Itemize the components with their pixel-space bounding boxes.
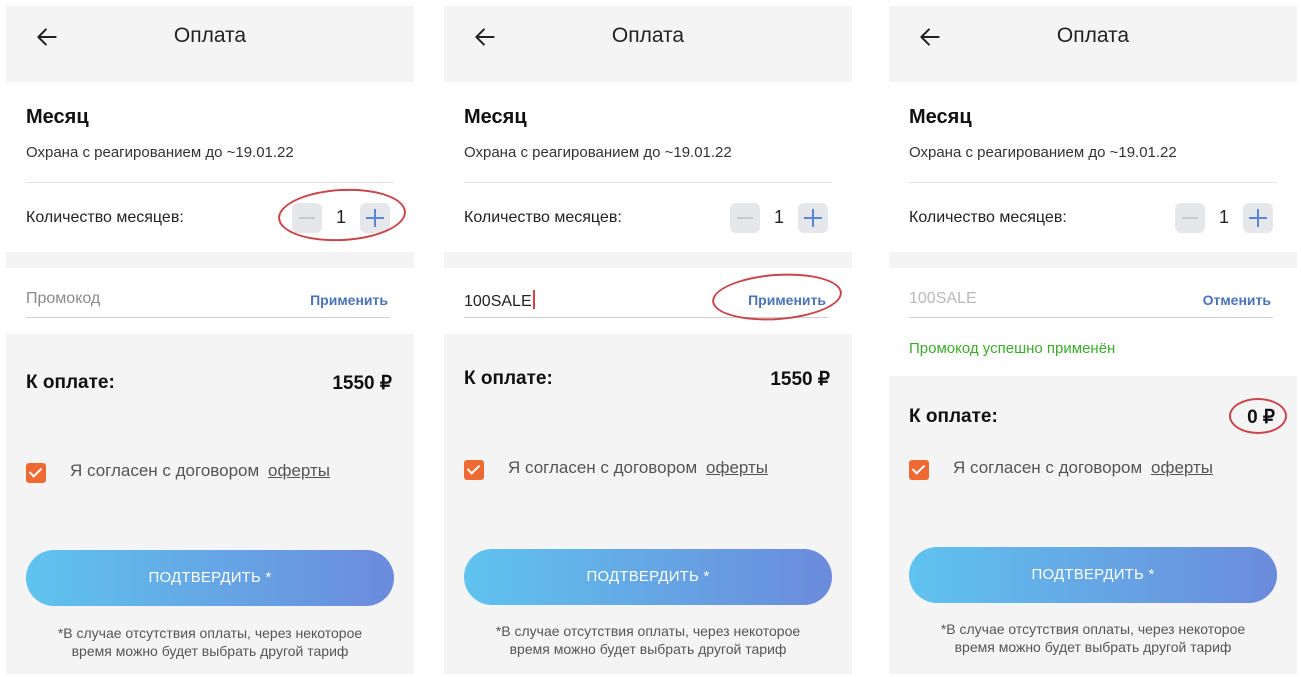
footnote-line: *В случае отсутствия оплаты, через некот…	[495, 623, 801, 639]
tariff-card: Месяц Охрана с реагированием до ~19.01.2…	[889, 82, 1297, 252]
plus-icon-vertical	[1257, 209, 1259, 227]
minus-icon	[299, 217, 315, 219]
decrement-button[interactable]	[1175, 203, 1205, 233]
plan-description: Охрана с реагированием до ~19.01.22	[26, 144, 294, 161]
quantity-stepper: 1	[1161, 196, 1285, 238]
promo-card: 100SALE Применить	[444, 268, 852, 334]
total-amount: 1550 ₽	[770, 369, 830, 390]
promo-code-value: 100SALE	[464, 290, 535, 311]
confirm-button[interactable]: ПОДТВЕРДИТЬ *	[909, 547, 1277, 603]
page-title: Оплата	[173, 24, 247, 47]
offer-link[interactable]: оферты	[1151, 458, 1213, 478]
footnote: *В случае отсутствия оплаты, через некот…	[16, 624, 404, 660]
page-title: Оплата	[611, 24, 685, 47]
confirm-button-label: ПОДТВЕРДИТЬ *	[586, 568, 710, 585]
cancel-promo-button[interactable]: Отменить	[1203, 292, 1271, 308]
footnote: *В случае отсутствия оплаты, через некот…	[899, 620, 1287, 656]
payment-screen-1: Оплата Месяц Охрана с реагированием до ~…	[6, 6, 414, 674]
footnote: *В случае отсутствия оплаты, через некот…	[454, 622, 842, 658]
agreement-text: Я согласен с договором	[508, 458, 698, 477]
promo-code-text: 100SALE	[464, 293, 532, 310]
app-bar: Оплата	[889, 6, 1297, 80]
promo-code-input[interactable]: Промокод Применить	[26, 286, 390, 318]
total-label: К оплате:	[909, 406, 998, 427]
decrement-button[interactable]	[292, 203, 322, 233]
footnote-line: *В случае отсутствия оплаты, через некот…	[940, 621, 1246, 637]
agreement-checkbox[interactable]	[464, 460, 484, 480]
total-label: К оплате:	[26, 372, 115, 393]
tariff-card: Месяц Охрана с реагированием до ~19.01.2…	[6, 82, 414, 252]
increment-button[interactable]	[798, 203, 828, 233]
app-bar: Оплата	[444, 6, 852, 80]
increment-button[interactable]	[1243, 203, 1273, 233]
agreement-checkbox[interactable]	[26, 463, 46, 483]
divider	[26, 182, 394, 183]
quantity-value: 1	[1218, 207, 1229, 227]
quantity-label: Количество месяцев:	[464, 209, 622, 226]
tariff-card: Месяц Охрана с реагированием до ~19.01.2…	[444, 82, 852, 252]
total-row: К оплате: 1550 ₽	[464, 368, 830, 398]
confirm-button-label: ПОДТВЕРДИТЬ *	[1031, 566, 1155, 583]
divider	[464, 182, 832, 183]
minus-icon	[1182, 217, 1198, 219]
app-bar: Оплата	[6, 6, 414, 80]
total-amount: 1550 ₽	[332, 373, 392, 394]
quantity-value: 1	[335, 207, 346, 227]
quantity-stepper: 1	[716, 196, 840, 238]
check-icon	[466, 461, 481, 475]
quantity-stepper: 1	[276, 185, 408, 245]
check-icon	[911, 461, 926, 475]
divider	[909, 182, 1277, 183]
plus-icon-vertical	[374, 209, 376, 227]
agreement-text: Я согласен с договором	[953, 458, 1143, 477]
total-row: К оплате: 0 ₽	[909, 398, 1287, 436]
promo-success-message: Промокод успешно применён	[909, 340, 1116, 357]
quantity-value: 1	[773, 207, 784, 227]
text-caret	[532, 290, 535, 309]
confirm-button[interactable]: ПОДТВЕРДИТЬ *	[464, 549, 832, 605]
quantity-label: Количество месяцев:	[26, 209, 184, 226]
plan-name: Месяц	[26, 106, 89, 128]
footnote-line: время можно будет выбрать другой тариф	[509, 641, 787, 657]
promo-card: Промокод Применить	[6, 268, 414, 334]
plus-icon-vertical	[812, 209, 814, 227]
promo-code-input: 100SALE Отменить	[909, 286, 1273, 318]
increment-button[interactable]	[360, 203, 390, 233]
footnote-line: время можно будет выбрать другой тариф	[954, 639, 1232, 655]
page-title: Оплата	[1056, 24, 1130, 47]
plan-description: Охрана с реагированием до ~19.01.22	[909, 144, 1177, 161]
promo-code-value: 100SALE	[909, 290, 977, 307]
plan-name: Месяц	[464, 106, 527, 128]
confirm-button-label: ПОДТВЕРДИТЬ *	[148, 569, 272, 586]
footnote-line: *В случае отсутствия оплаты, через некот…	[57, 625, 363, 641]
confirm-button[interactable]: ПОДТВЕРДИТЬ *	[26, 550, 394, 606]
plan-description: Охрана с реагированием до ~19.01.22	[464, 144, 732, 161]
minus-icon	[737, 217, 753, 219]
total-label: К оплате:	[464, 368, 553, 389]
check-icon	[28, 464, 43, 478]
plan-name: Месяц	[909, 106, 972, 128]
promo-card: 100SALE Отменить Промокод успешно примен…	[889, 268, 1297, 376]
offer-link[interactable]: оферты	[268, 461, 330, 481]
decrement-button[interactable]	[730, 203, 760, 233]
payment-screen-3: Оплата Месяц Охрана с реагированием до ~…	[889, 6, 1297, 674]
promo-placeholder: Промокод	[26, 290, 101, 307]
footnote-line: время можно будет выбрать другой тариф	[71, 643, 349, 659]
offer-link[interactable]: оферты	[706, 458, 768, 478]
apply-promo-button[interactable]: Применить	[748, 292, 826, 308]
total-row: К оплате: 1550 ₽	[26, 372, 392, 402]
total-amount: 0 ₽	[1247, 407, 1275, 428]
agreement-checkbox[interactable]	[909, 460, 929, 480]
quantity-label: Количество месяцев:	[909, 209, 1067, 226]
agreement-text: Я согласен с договором	[70, 461, 260, 480]
payment-screen-2: Оплата Месяц Охрана с реагированием до ~…	[444, 6, 852, 674]
promo-code-input[interactable]: 100SALE Применить	[464, 269, 844, 325]
apply-promo-button[interactable]: Применить	[310, 292, 388, 308]
